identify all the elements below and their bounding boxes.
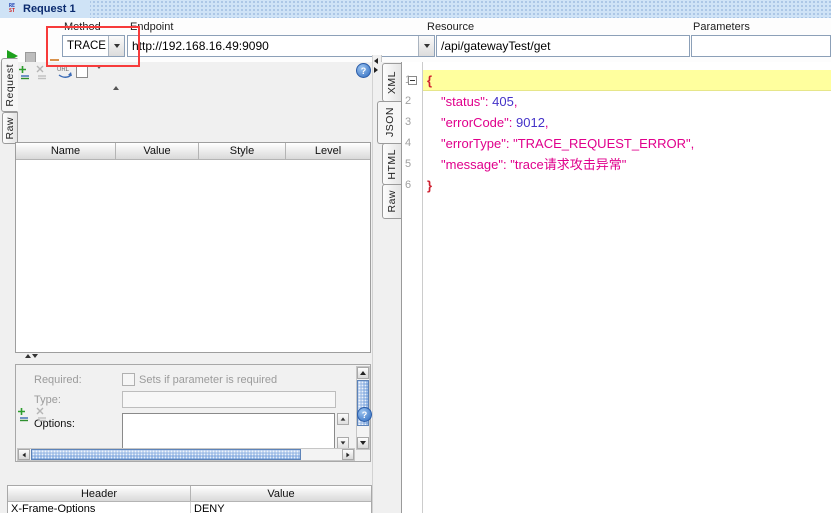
code-line: 3 "errorCode": 9012, (402, 112, 831, 133)
horizontal-scroll-thumb[interactable] (31, 449, 301, 460)
move-down-icon[interactable] (96, 69, 111, 84)
line-number: 3 (405, 112, 411, 133)
parameters-label: Parameters (693, 21, 750, 33)
url-encode-icon[interactable]: URL (57, 64, 74, 79)
header-row[interactable]: X-Frame-Options DENY (8, 502, 371, 513)
move-up-icon[interactable] (113, 69, 128, 84)
code-line: 1{ (402, 70, 831, 91)
response-headers-table: Header Value X-Frame-Options DENY Strict… (7, 485, 372, 513)
code-text: { (427, 70, 432, 91)
tab-response-raw[interactable]: Raw (382, 184, 402, 219)
svg-text:URL: URL (57, 67, 70, 73)
tab-html[interactable]: HTML (382, 143, 402, 185)
scroll-right-icon[interactable] (342, 449, 354, 460)
scroll-down-icon[interactable] (357, 437, 369, 449)
col-header: Header (8, 486, 191, 502)
add-parameter-icon[interactable] (19, 65, 34, 80)
type-label: Type: (34, 394, 61, 406)
col-level: Level (286, 143, 370, 160)
options-field[interactable] (122, 413, 335, 449)
method-dropdown-arrow-icon[interactable] (108, 36, 124, 56)
headers-table-header: Header Value (8, 486, 371, 502)
window-title: Request 1 (23, 3, 76, 15)
method-select[interactable]: TRACE (62, 35, 125, 57)
tab-json[interactable]: JSON (377, 101, 402, 144)
header-name-cell[interactable]: X-Frame-Options (8, 502, 191, 513)
tab-xml[interactable]: XML (382, 63, 402, 102)
endpoint-input[interactable] (128, 39, 418, 53)
code-text: } (427, 175, 432, 196)
parameter-details-panel: Required: Sets if parameter is required … (15, 364, 371, 462)
scroll-up-icon[interactable] (357, 367, 369, 379)
parameters-table: Name Value Style Level (15, 142, 371, 353)
remove-parameter-icon[interactable] (36, 65, 51, 80)
parameters-table-header: Name Value Style Level (16, 143, 370, 160)
code-line: 2 "status": 405, (402, 91, 831, 112)
headers-help-icon[interactable]: ? (357, 407, 372, 422)
header-value-cell[interactable]: DENY (191, 502, 371, 513)
required-checkbox[interactable] (122, 373, 135, 386)
params-help-icon[interactable]: ? (356, 63, 371, 78)
endpoint-label: Endpoint (130, 21, 173, 33)
scroll-left-icon[interactable] (18, 449, 30, 460)
response-body-panel: 1{2 "status": 405, 3 "errorCode": 9012, 4 "er… (401, 62, 831, 513)
panel-splitter-toggle[interactable] (25, 354, 38, 358)
endpoint-combo (127, 35, 435, 57)
parameters-combo (691, 35, 831, 57)
resource-input[interactable] (437, 39, 689, 53)
current-line-highlight (423, 70, 831, 91)
titlebar: RE ST Request 1 (0, 0, 831, 19)
line-number: 4 (405, 133, 411, 154)
required-label: Required: (34, 374, 82, 386)
required-hint: Sets if parameter is required (139, 374, 277, 386)
line-number: 2 (405, 91, 411, 112)
code-text: "status": 405, (441, 91, 517, 112)
type-field[interactable] (122, 391, 336, 408)
remove-header-icon[interactable] (36, 407, 51, 422)
rest-icon: RE ST (5, 3, 19, 16)
col-header-value: Value (191, 486, 371, 502)
collapse-right-icon[interactable] (374, 67, 378, 73)
request-title-tab[interactable]: RE ST Request 1 (0, 0, 90, 18)
resource-combo (436, 35, 690, 57)
col-value: Value (116, 143, 199, 160)
add-header-icon[interactable] (18, 407, 33, 422)
tab-request[interactable]: Request (1, 58, 18, 112)
method-value: TRACE (63, 40, 108, 52)
col-name: Name (16, 143, 116, 160)
endpoint-dropdown-arrow-icon[interactable] (418, 36, 434, 56)
method-label: Method (64, 21, 101, 33)
resource-label: Resource (427, 21, 474, 33)
col-style: Style (199, 143, 286, 160)
code-line: 6} (402, 175, 831, 196)
code-line: 5 "message": "trace请求攻击异常" (402, 154, 831, 175)
code-text: "errorType": "TRACE_REQUEST_ERROR", (441, 133, 694, 154)
parameters-input[interactable] (692, 39, 831, 53)
response-tab-strip: XML JSON HTML Raw (380, 62, 401, 513)
fold-toggle-icon[interactable] (408, 76, 417, 85)
code-text: "errorCode": 9012, (441, 112, 549, 133)
code-text: "message": "trace请求攻击异常" (441, 154, 626, 175)
collapse-left-icon[interactable] (374, 58, 378, 64)
line-number: 5 (405, 154, 411, 175)
rest-client-window: RE ST Request 1 Method Endpoint Resource… (0, 0, 831, 513)
details-horizontal-scrollbar[interactable] (17, 448, 355, 461)
line-number: 6 (405, 175, 411, 196)
code-line: 4 "errorType": "TRACE_REQUEST_ERROR", (402, 133, 831, 154)
grid-view-icon[interactable] (76, 66, 88, 78)
tab-request-raw[interactable]: Raw (2, 112, 18, 144)
options-scroll-up-icon[interactable] (337, 413, 349, 425)
request-toolbar: Method Endpoint Resource Parameters TRAC… (0, 18, 831, 63)
